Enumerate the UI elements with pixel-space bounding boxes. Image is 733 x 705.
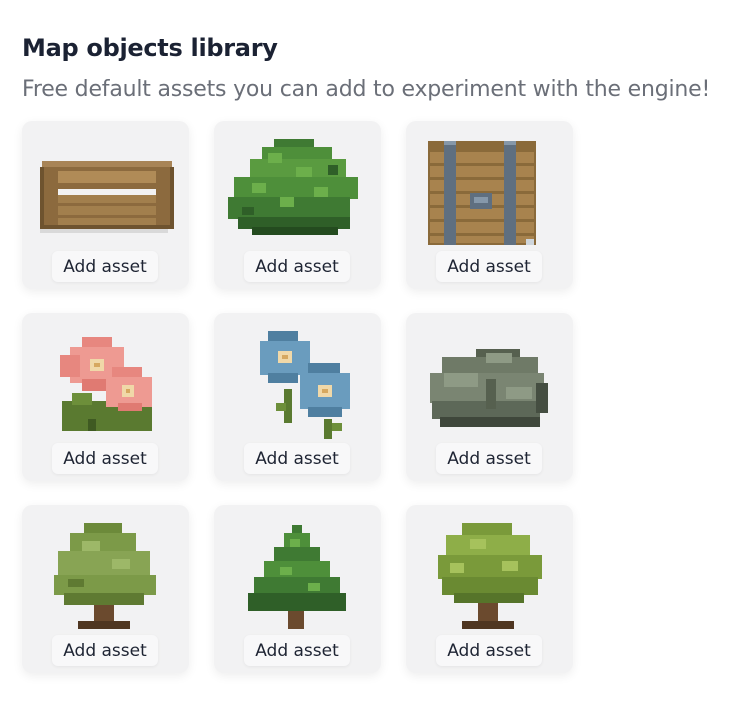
add-asset-button[interactable]: Add asset [436,635,542,666]
page-title: Map objects library [22,34,278,62]
asset-card-chest: Add asset [406,121,573,289]
page-header: Map objects library Free default assets … [22,32,722,102]
asset-card-tree: Add asset [22,505,189,673]
asset-card-pine-tree: Add asset [214,505,381,673]
leafy-tree-icon [438,523,542,629]
add-asset-button[interactable]: Add asset [52,635,158,666]
asset-card-rock: Add asset [406,313,573,481]
add-asset-button[interactable]: Add asset [244,443,350,474]
add-asset-button[interactable]: Add asset [244,251,350,282]
asset-card-leafy-tree: Add asset [406,505,573,673]
blue-flowers-icon [260,331,350,439]
asset-card-pink-flowers: Add asset [22,313,189,481]
bush-icon [228,139,358,235]
pink-flowers-icon [60,337,152,431]
pine-tree-icon [248,525,346,629]
add-asset-button[interactable]: Add asset [244,635,350,666]
add-asset-button[interactable]: Add asset [436,251,542,282]
page-subtitle: Free default assets you can add to exper… [22,77,711,102]
chest-icon [428,141,536,245]
add-asset-button[interactable]: Add asset [436,443,542,474]
asset-card-blue-flowers: Add asset [214,313,381,481]
bench-icon [40,161,174,233]
add-asset-button[interactable]: Add asset [52,443,158,474]
tree-icon [54,523,156,629]
asset-card-bench: Add asset [22,121,189,289]
add-asset-button[interactable]: Add asset [52,251,158,282]
asset-card-bush: Add asset [214,121,381,289]
rock-icon [430,349,548,427]
